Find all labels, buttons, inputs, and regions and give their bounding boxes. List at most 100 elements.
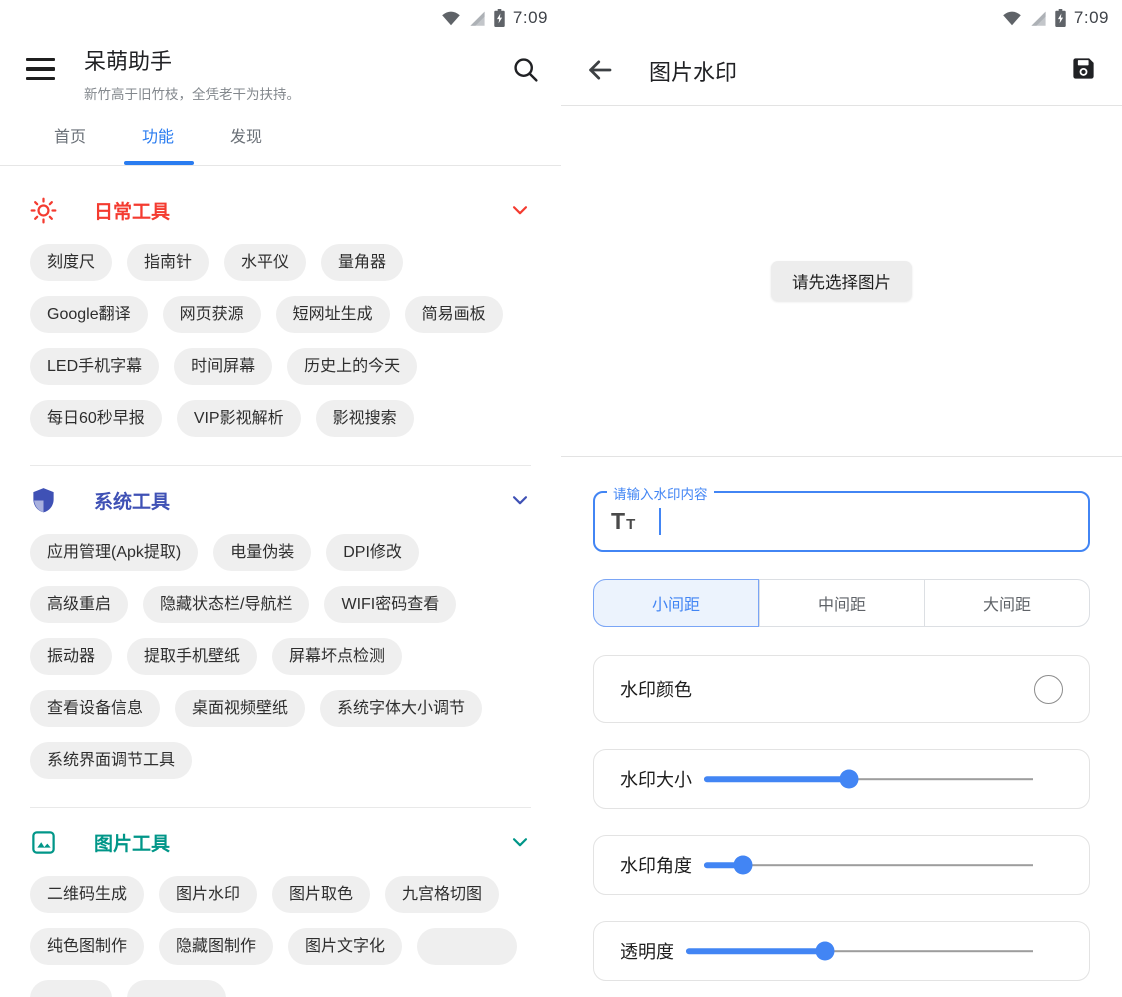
tool-chip[interactable]: LED手机字幕: [30, 348, 159, 385]
tool-chip[interactable]: 图片文字化: [288, 928, 402, 965]
watermark-angle-slider[interactable]: [704, 854, 1033, 876]
tool-chip[interactable]: WIFI密码查看: [324, 586, 456, 623]
slider-track: [704, 864, 1033, 866]
chevron-down-icon[interactable]: [509, 831, 531, 853]
text-cursor: [659, 508, 661, 535]
menu-icon[interactable]: [26, 58, 55, 80]
watermark-size-card: 水印大小: [593, 749, 1090, 809]
tool-chip[interactable]: DPI修改: [326, 534, 419, 571]
tool-chip[interactable]: 隐藏状态栏/导航栏: [143, 586, 309, 623]
right-panel-watermark: 7:09 图片水印 请先选择图片 请输入: [561, 0, 1122, 997]
tool-chip[interactable]: 水平仪: [224, 244, 306, 281]
save-icon[interactable]: [1070, 55, 1097, 82]
active-tab-indicator: [124, 161, 194, 165]
size-label: 水印大小: [620, 766, 692, 792]
tool-chip[interactable]: 网页获源: [163, 296, 261, 333]
tool-chip[interactable]: 系统字体大小调节: [320, 690, 482, 727]
wifi-icon: [441, 10, 461, 26]
tab-home[interactable]: 首页: [26, 123, 114, 147]
clock-text: 7:09: [1074, 8, 1109, 28]
color-label: 水印颜色: [620, 676, 692, 702]
dual-screenshot: 7:09 呆萌助手 新竹高于旧竹枝，全凭老干为扶持。 首页 功能 发现: [0, 0, 1122, 997]
clock-text: 7:09: [513, 8, 548, 28]
app-subtitle: 新竹高于旧竹枝，全凭老干为扶持。: [84, 83, 300, 103]
tool-chip[interactable]: 刻度尺: [30, 244, 112, 281]
angle-label: 水印角度: [620, 852, 692, 878]
tool-chip[interactable]: VIP影视解析: [177, 400, 301, 437]
wifi-icon: [1002, 10, 1022, 26]
left-panel-home: 7:09 呆萌助手 新竹高于旧竹枝，全凭老干为扶持。 首页 功能 发现: [0, 0, 561, 997]
watermark-color-card: 水印颜色: [593, 655, 1090, 723]
app-title: 呆萌助手: [84, 44, 300, 76]
tool-chip[interactable]: 九宫格切图: [385, 876, 499, 913]
tool-chip[interactable]: 桌面视频壁纸: [175, 690, 305, 727]
tab-features[interactable]: 功能: [114, 123, 202, 147]
title-block: 呆萌助手 新竹高于旧竹枝，全凭老干为扶持。: [84, 44, 300, 103]
tool-chip[interactable]: 简易画板: [405, 296, 503, 333]
slider-thumb[interactable]: [815, 942, 834, 961]
tool-chip[interactable]: 应用管理(Apk提取): [30, 534, 198, 571]
slider-fill: [686, 948, 825, 954]
tool-chip[interactable]: 指南针: [127, 244, 209, 281]
tool-chip[interactable]: 影视搜索: [316, 400, 414, 437]
chevron-down-icon[interactable]: [509, 199, 531, 221]
tool-chip[interactable]: 量角器: [321, 244, 403, 281]
tool-chip[interactable]: 历史上的今天: [287, 348, 417, 385]
tool-chip[interactable]: 隐藏图制作: [159, 928, 273, 965]
tool-chip[interactable]: 查看设备信息: [30, 690, 160, 727]
section-header-image: 图片工具: [30, 822, 531, 862]
status-bar: 7:09: [561, 0, 1122, 36]
opacity-slider[interactable]: [686, 940, 1033, 962]
section-title-daily: 日常工具: [94, 197, 170, 224]
search-icon[interactable]: [511, 55, 540, 84]
watermark-app-bar: 图片水印: [561, 36, 1122, 106]
tool-chip[interactable]: 屏幕坏点检测: [272, 638, 402, 675]
tool-chip[interactable]: 二维码生成: [30, 876, 144, 913]
chip-list-image: 二维码生成图片水印图片取色九宫格切图纯色图制作隐藏图制作图片文字化: [30, 876, 531, 997]
tool-chip[interactable]: 提取手机壁纸: [127, 638, 257, 675]
opacity-label: 透明度: [620, 938, 674, 964]
section-title-system: 系统工具: [94, 487, 170, 514]
tool-chip[interactable]: 短网址生成: [276, 296, 390, 333]
text-format-icon: TT: [611, 510, 635, 533]
cutoff-tool-chip[interactable]: [417, 928, 517, 965]
color-swatch[interactable]: [1034, 675, 1063, 704]
opacity-card: 透明度: [593, 921, 1090, 981]
chip-list-system: 应用管理(Apk提取) 电量伪装 DPI修改高级重启隐藏状态栏/导航栏 WIFI密码查…: [30, 534, 531, 779]
watermark-text-input[interactable]: 请输入水印内容 TT: [593, 491, 1090, 552]
tool-chip[interactable]: 纯色图制作: [30, 928, 144, 965]
tab-discover[interactable]: 发现: [202, 123, 290, 147]
spacing-tab-group: 小间距 中间距 大间距: [593, 579, 1090, 627]
tool-chip[interactable]: Google翻译: [30, 296, 148, 333]
tool-chip[interactable]: 时间屏幕: [174, 348, 272, 385]
cutoff-tool-chip[interactable]: [127, 980, 226, 997]
tool-chip[interactable]: 电量伪装: [213, 534, 311, 571]
tool-chip[interactable]: 每日60秒早报: [30, 400, 162, 437]
tab-small-spacing[interactable]: 小间距: [593, 579, 759, 627]
chevron-down-icon[interactable]: [509, 489, 531, 511]
watermark-controls: 请输入水印内容 TT 小间距 中间距 大间距 水印颜色 水印大小: [561, 491, 1122, 981]
status-bar: 7:09: [0, 0, 561, 36]
slider-thumb[interactable]: [734, 856, 753, 875]
divider: [30, 807, 531, 808]
top-tabs: 首页 功能 发现: [0, 105, 561, 166]
cutoff-tool-chip[interactable]: [30, 980, 112, 997]
input-floating-label: 请输入水印内容: [607, 483, 714, 503]
back-arrow-icon[interactable]: [585, 55, 615, 85]
tool-chip[interactable]: 图片水印: [159, 876, 257, 913]
image-preview-area: 请先选择图片: [561, 106, 1122, 457]
tool-sections: 日常工具 刻度尺指南针水平仪量角器 Google翻译网页获源短网址生成简易画板 LE…: [0, 190, 561, 997]
divider: [30, 465, 531, 466]
sun-icon: [30, 197, 57, 224]
app-bar: 呆萌助手 新竹高于旧竹枝，全凭老干为扶持。: [0, 36, 561, 105]
tab-large-spacing[interactable]: 大间距: [924, 580, 1089, 626]
select-image-button[interactable]: 请先选择图片: [771, 261, 912, 301]
tool-chip[interactable]: 图片取色: [272, 876, 370, 913]
tool-chip[interactable]: 高级重启: [30, 586, 128, 623]
slider-thumb[interactable]: [839, 770, 858, 789]
watermark-size-slider[interactable]: [704, 768, 1033, 790]
tab-medium-spacing[interactable]: 中间距: [759, 580, 924, 626]
tool-chip[interactable]: 系统界面调节工具: [30, 742, 192, 779]
no-signal-icon: [1030, 10, 1047, 26]
tool-chip[interactable]: 振动器: [30, 638, 112, 675]
